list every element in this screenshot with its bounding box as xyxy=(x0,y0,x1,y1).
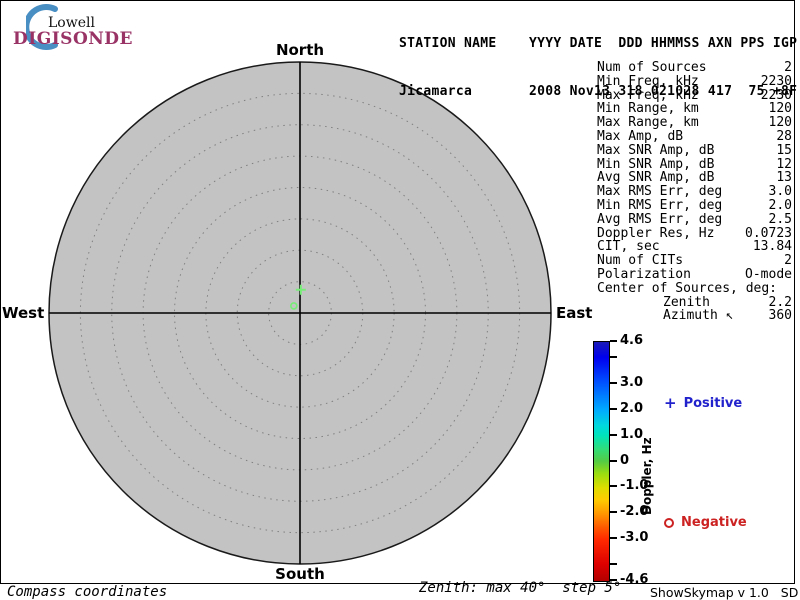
stat-row: Center of Sources, deg: xyxy=(597,280,778,296)
skymap-screen: Lowell DIGISONDE STATION NAME YYYY DATE … xyxy=(0,0,800,600)
digisonde-logo: Lowell DIGISONDE xyxy=(10,2,140,52)
stat-row: Avg SNR Amp, dB 13 xyxy=(597,170,792,186)
logo-digisonde-text: DIGISONDE xyxy=(13,29,133,49)
stat-row: Max Freq, kHz 2230 xyxy=(597,87,792,103)
colorbar-tick-label: -3.0 xyxy=(620,530,649,546)
stat-row: Min Freq, kHz 2230 xyxy=(597,73,792,89)
cardinal-north-label: North xyxy=(275,41,325,59)
stat-row: Doppler Res, Hz 0.0723 xyxy=(597,225,792,241)
colorbar-tick xyxy=(610,537,617,540)
colorbar-tick xyxy=(610,381,617,384)
colorbar-tick-label: 4.6 xyxy=(620,333,644,348)
colorbar-tick-label: -4.6 xyxy=(620,572,649,587)
stat-row: Polarization O-mode xyxy=(597,266,792,282)
colorbar-tick xyxy=(610,511,617,514)
stat-row: Zenith 2.2 xyxy=(663,294,792,310)
stat-row: CIT, sec 13.84 xyxy=(597,239,792,255)
header-columns: STATION NAME YYYY DATE DDD HHMMSS AXN PP… xyxy=(399,36,798,51)
stat-row: Max RMS Err, deg 3.0 xyxy=(597,184,792,200)
legend-positive: + Positive xyxy=(664,394,743,412)
coordinates-caption: Compass coordinates xyxy=(7,584,168,600)
legend-negative-label: Negative xyxy=(681,515,747,530)
colorbar-tick xyxy=(610,433,617,436)
colorbar-tick-label: 2.0 xyxy=(620,400,644,416)
stat-row: Avg RMS Err, deg 2.5 xyxy=(597,211,792,227)
colorbar-tick-label: 3.0 xyxy=(620,374,644,390)
colorbar-tick xyxy=(610,407,617,410)
stats-panel: Num of Sources 2 Min Freq, kHz 2230 Max Freq… xyxy=(597,61,792,323)
cardinal-south-label: South xyxy=(275,565,325,583)
colorbar xyxy=(593,341,610,582)
stat-row: Num of CITs 2 xyxy=(597,253,792,269)
stat-row: Min SNR Amp, dB 12 xyxy=(597,156,792,172)
colorbar-axis-label: Doppler, Hz xyxy=(640,437,654,515)
zenith-range-caption: Zenith: max 40° step 5° xyxy=(419,580,622,596)
colorbar-tick xyxy=(610,563,617,566)
colorbar-tick xyxy=(610,485,617,488)
stat-row: Num of Sources 2 xyxy=(597,60,792,75)
colorbar-tick xyxy=(610,459,617,462)
colorbar-tick xyxy=(610,340,617,342)
stat-row: Azimuth ↖ 360 xyxy=(663,308,792,324)
colorbar-tick xyxy=(610,355,617,358)
positive-marker-icon: + xyxy=(664,394,677,412)
colorbar-tick-label: 0 xyxy=(620,452,630,468)
version-caption: ShowSkymap v 1.0 SD v 4.2 xyxy=(650,585,799,600)
cardinal-west-label: West xyxy=(2,304,45,322)
legend-negative: Negative xyxy=(664,515,747,530)
negative-marker-icon xyxy=(664,517,674,528)
stat-row: Min RMS Err, deg 2.0 xyxy=(597,197,792,213)
stat-row: Max Range, km 120 xyxy=(597,115,792,131)
stat-row: Max SNR Amp, dB 15 xyxy=(597,142,792,158)
stat-row: Max Amp, dB 28 xyxy=(597,128,792,144)
stat-row: Min Range, km 120 xyxy=(597,101,792,117)
legend-positive-label: Positive xyxy=(683,396,743,411)
